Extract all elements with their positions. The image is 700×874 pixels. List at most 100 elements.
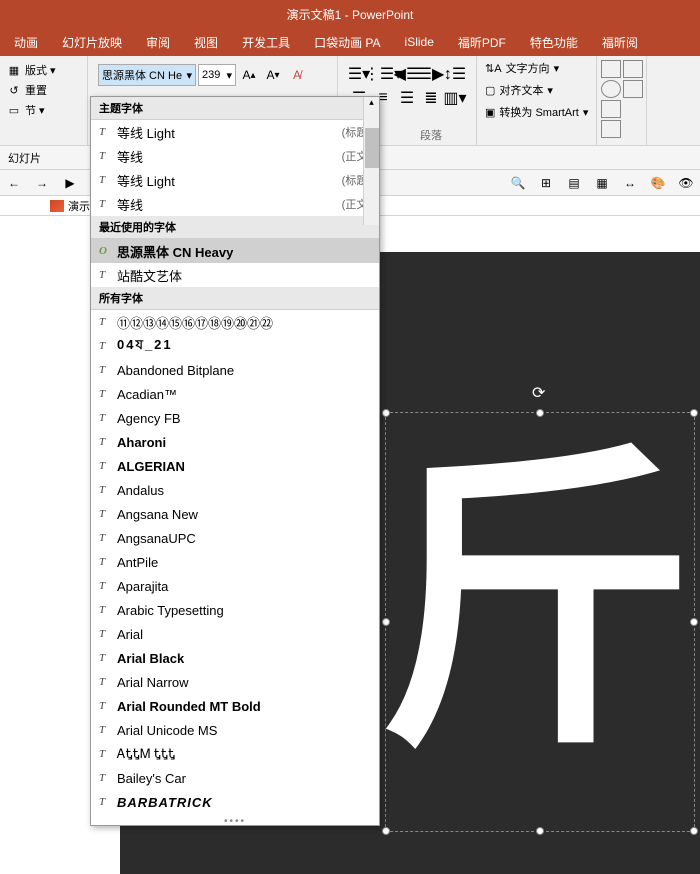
- font-item[interactable]: TAngsanaUPC: [91, 526, 379, 550]
- font-item[interactable]: TAntPile: [91, 550, 379, 574]
- tool-color[interactable]: 🎨: [648, 173, 668, 193]
- tab-foxit2[interactable]: 福昕阅: [602, 34, 638, 51]
- font-item[interactable]: T站酷文艺体: [91, 263, 379, 287]
- scroll-thumb[interactable]: [365, 128, 379, 168]
- grow-font-button[interactable]: A▴: [238, 64, 260, 86]
- shape-curve[interactable]: [623, 80, 643, 98]
- font-type-icon: T: [99, 796, 117, 808]
- tool-spacing[interactable]: ↔: [620, 173, 640, 193]
- font-item[interactable]: TAngsana New: [91, 502, 379, 526]
- line-spacing-button[interactable]: ↕☰: [444, 64, 466, 84]
- tab-pa[interactable]: 口袋动画 PA: [314, 34, 380, 51]
- slide-tab-label[interactable]: 演示: [68, 198, 90, 214]
- resize-handle-bl[interactable]: [382, 827, 390, 835]
- forward-button[interactable]: →: [32, 173, 52, 193]
- shape-line[interactable]: [601, 120, 621, 138]
- justify-button[interactable]: ≣: [420, 88, 442, 108]
- resize-handle-tl[interactable]: [382, 409, 390, 417]
- selected-textbox[interactable]: ⟳ + 斤: [385, 412, 695, 832]
- rotate-handle[interactable]: ⟳: [532, 383, 548, 399]
- columns-button[interactable]: ▥▾: [444, 88, 466, 108]
- font-dropdown[interactable]: ▴ 主题字体 T等线 Light(标题)T等线(正文)T等线 Light(标题)…: [90, 96, 380, 826]
- font-item[interactable]: T04য_21: [91, 334, 379, 358]
- font-item[interactable]: TAharoni: [91, 430, 379, 454]
- font-item[interactable]: TAcadian™: [91, 382, 379, 406]
- tab-devtools[interactable]: 开发工具: [242, 34, 290, 51]
- reset-button[interactable]: ↺ 重置: [6, 80, 81, 100]
- scroll-up-icon[interactable]: ▴: [364, 97, 379, 108]
- section-button[interactable]: ▭ 节▾: [6, 100, 81, 120]
- shape-tri[interactable]: [601, 100, 621, 118]
- font-item[interactable]: TArial Narrow: [91, 670, 379, 694]
- font-item[interactable]: TBARBATRICK: [91, 790, 379, 814]
- font-item[interactable]: T等线 Light(标题): [91, 120, 379, 144]
- tool-align[interactable]: ▤: [564, 173, 584, 193]
- font-item[interactable]: TAgency FB: [91, 406, 379, 430]
- tool-format[interactable]: ▦: [592, 173, 612, 193]
- dropdown-resize-grip[interactable]: ••••: [91, 814, 379, 826]
- font-item[interactable]: TArial Rounded MT Bold: [91, 694, 379, 718]
- smartart-button[interactable]: ▣ 转换为 SmartArt▾: [485, 104, 588, 120]
- font-type-icon: T: [99, 198, 117, 210]
- font-item[interactable]: TAparajita: [91, 574, 379, 598]
- numbering-button[interactable]: ⋮☰▾: [372, 64, 394, 84]
- tool-eye[interactable]: 👁: [676, 173, 696, 193]
- tab-slideshow[interactable]: 幻灯片放映: [62, 34, 122, 51]
- align-right-button[interactable]: ☰: [396, 88, 418, 108]
- font-type-icon: T: [99, 340, 117, 352]
- reset-icon: ↺: [6, 82, 22, 98]
- resize-handle-tr[interactable]: [690, 409, 698, 417]
- shrink-font-button[interactable]: A▾: [262, 64, 284, 86]
- font-item[interactable]: TBailey's Car: [91, 766, 379, 790]
- font-type-icon: T: [99, 126, 117, 138]
- font-type-icon: T: [99, 604, 117, 616]
- font-item[interactable]: T等线 Light(标题): [91, 168, 379, 192]
- resize-handle-bm[interactable]: [536, 827, 544, 835]
- shape-rect[interactable]: [601, 60, 621, 78]
- play-button[interactable]: ▶: [60, 173, 80, 193]
- font-type-icon: T: [99, 748, 117, 760]
- font-item[interactable]: TArial: [91, 622, 379, 646]
- ribbon-tabs: 动画 幻灯片放映 审阅 视图 开发工具 口袋动画 PA iSlide 福昕PDF…: [0, 28, 700, 56]
- font-item[interactable]: O思源黑体 CN Heavy: [91, 239, 379, 263]
- shape-arrow[interactable]: [623, 60, 643, 78]
- font-type-icon: T: [99, 412, 117, 424]
- tab-islide[interactable]: iSlide: [405, 35, 434, 49]
- font-item[interactable]: TAndalus: [91, 478, 379, 502]
- font-item[interactable]: T等线(正文): [91, 144, 379, 168]
- tool-export[interactable]: ⊞: [536, 173, 556, 193]
- smartart-icon: ▣: [485, 106, 495, 119]
- font-item[interactable]: TᎪᎿᎿᎷ ᎿᎿᎿ: [91, 742, 379, 766]
- shape-oval[interactable]: [601, 80, 621, 98]
- font-item[interactable]: TAbandoned Bitplane: [91, 358, 379, 382]
- layout-button[interactable]: ▦ 版式▾: [6, 60, 81, 80]
- clear-format-button[interactable]: A̸: [286, 64, 308, 86]
- font-item[interactable]: TALGERIAN: [91, 454, 379, 478]
- paragraph-label: 段落: [420, 127, 442, 143]
- resize-handle-br[interactable]: [690, 827, 698, 835]
- tab-animation[interactable]: 动画: [14, 34, 38, 51]
- tab-special[interactable]: 特色功能: [530, 34, 578, 51]
- font-item[interactable]: TArial Unicode MS: [91, 718, 379, 742]
- dropdown-scrollbar[interactable]: ▴: [363, 97, 379, 225]
- tab-review[interactable]: 审阅: [146, 34, 170, 51]
- font-item[interactable]: T⑪⑫⑬⑭⑮⑯⑰⑱⑲⑳㉑㉒: [91, 310, 379, 334]
- align-text-button[interactable]: ▢ 对齐文本▾: [485, 82, 588, 98]
- tab-view[interactable]: 视图: [194, 34, 218, 51]
- tool-search[interactable]: 🔍: [508, 173, 528, 193]
- font-size-input[interactable]: 239▾: [198, 64, 236, 86]
- all-fonts-header: 所有字体: [91, 287, 379, 310]
- font-item[interactable]: TArial Black: [91, 646, 379, 670]
- section-icon: ▭: [6, 102, 22, 118]
- font-name-input[interactable]: 思源黑体 CN He▾: [98, 64, 196, 86]
- tab-foxit[interactable]: 福昕PDF: [458, 34, 506, 51]
- textbox-content[interactable]: 斤: [376, 443, 696, 763]
- back-button[interactable]: ←: [4, 173, 24, 193]
- font-type-icon: T: [99, 150, 117, 162]
- resize-handle-tm[interactable]: [536, 409, 544, 417]
- font-item[interactable]: TArabic Typesetting: [91, 598, 379, 622]
- indent-button[interactable]: ☰▶: [420, 64, 442, 84]
- text-direction-button[interactable]: ⇅A 文字方向▾: [485, 60, 588, 76]
- outdent-button[interactable]: ◀☰: [396, 64, 418, 84]
- font-item[interactable]: T等线(正文): [91, 192, 379, 216]
